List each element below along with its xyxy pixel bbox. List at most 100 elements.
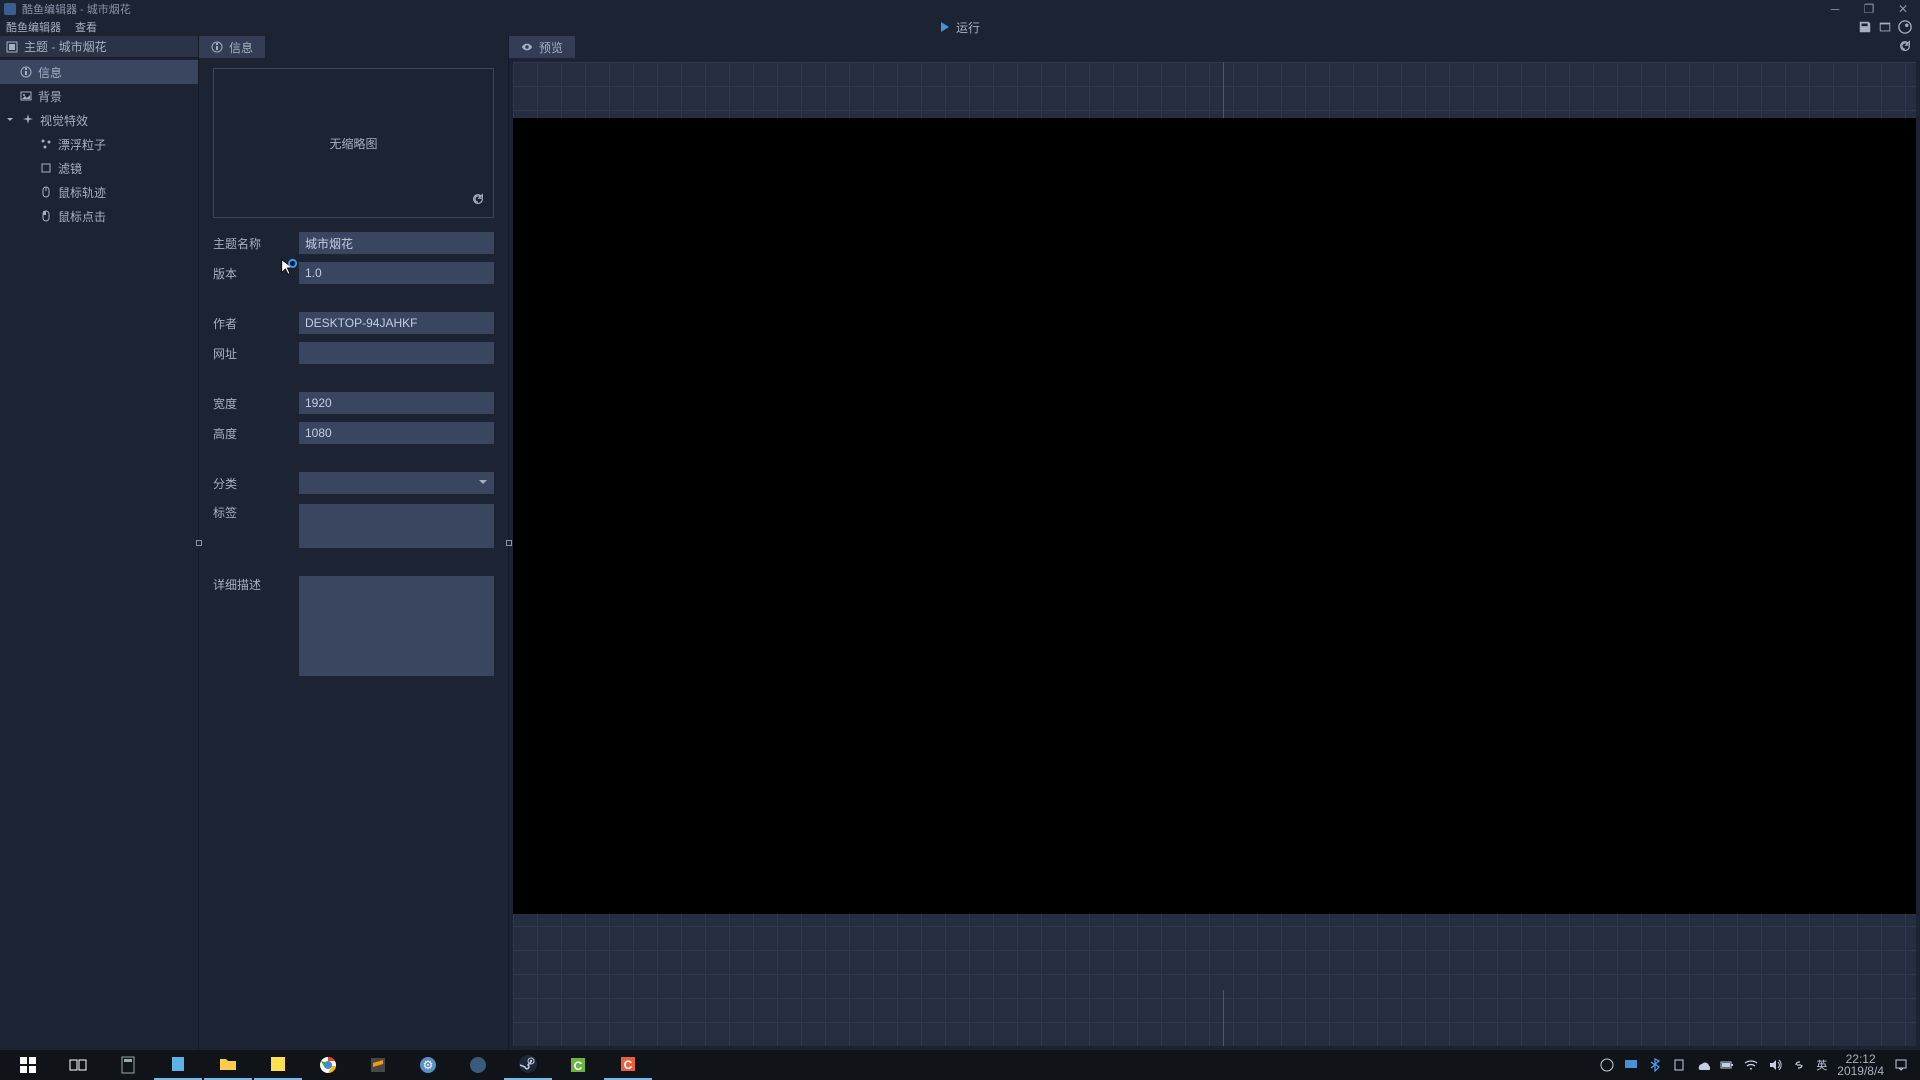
tree-label: 视觉特效 bbox=[40, 112, 88, 129]
tree-item-filter[interactable]: 滤镜 bbox=[0, 156, 198, 180]
row-tags: 标签 bbox=[213, 500, 494, 548]
recorder-button[interactable]: C bbox=[604, 1050, 652, 1080]
tree-label: 滤镜 bbox=[58, 160, 82, 177]
thumbnail-refresh-button[interactable] bbox=[471, 192, 485, 209]
sublime-button[interactable] bbox=[354, 1050, 402, 1080]
select-category[interactable] bbox=[299, 472, 494, 494]
battery-icon[interactable] bbox=[1720, 1058, 1734, 1072]
input-height[interactable] bbox=[299, 422, 494, 444]
splitter-handle-right[interactable] bbox=[506, 540, 512, 546]
tree: 信息 背景 视觉特效 漂浮粒子 滤镜 鼠标轨迹 bbox=[0, 58, 198, 228]
preview-refresh-button[interactable] bbox=[1898, 39, 1912, 56]
calculator-icon bbox=[118, 1055, 138, 1075]
preview-tabs: 预览 bbox=[509, 36, 1920, 58]
clock-date: 2019/8/4 bbox=[1837, 1065, 1884, 1077]
tree-item-particles[interactable]: 漂浮粒子 bbox=[0, 132, 198, 156]
theme-icon bbox=[6, 41, 18, 53]
sticky-button[interactable] bbox=[254, 1050, 302, 1080]
splitter-handle-left[interactable] bbox=[196, 540, 202, 546]
preview-viewport[interactable] bbox=[513, 62, 1916, 1046]
tab-info[interactable]: 信息 bbox=[199, 36, 265, 58]
label-url: 网址 bbox=[213, 345, 293, 362]
sidebar: 主题 - 城市烟花 信息 背景 视觉特效 漂浮粒子 滤镜 bbox=[0, 36, 198, 1050]
preview-panel: 预览 bbox=[508, 36, 1920, 1050]
tree-item-background[interactable]: 背景 bbox=[0, 84, 198, 108]
steam-tray-icon[interactable] bbox=[1600, 1058, 1614, 1072]
onedrive-icon[interactable] bbox=[1696, 1058, 1710, 1072]
sparkle-icon bbox=[22, 114, 34, 126]
folder-icon bbox=[218, 1054, 238, 1074]
app1-button[interactable]: ⚙ bbox=[404, 1050, 452, 1080]
menu-view[interactable]: 查看 bbox=[75, 19, 97, 35]
calculator-button[interactable] bbox=[104, 1050, 152, 1080]
tree-item-info[interactable]: 信息 bbox=[0, 60, 198, 84]
camtasia-button[interactable]: C bbox=[554, 1050, 602, 1080]
app-icon bbox=[4, 3, 16, 15]
input-version[interactable] bbox=[299, 262, 494, 284]
input-theme-name[interactable] bbox=[299, 232, 494, 254]
label-author: 作者 bbox=[213, 315, 293, 332]
ime-indicator[interactable]: 英 bbox=[1816, 1057, 1827, 1073]
toolbar-right bbox=[1858, 20, 1912, 34]
row-width: 宽度 bbox=[213, 390, 494, 416]
tree-item-mouse-click[interactable]: 鼠标点击 bbox=[0, 204, 198, 228]
notifications-icon[interactable] bbox=[1894, 1058, 1908, 1072]
minimize-button[interactable]: ─ bbox=[1818, 0, 1852, 18]
svg-text:C: C bbox=[574, 1059, 583, 1073]
steam-icon[interactable] bbox=[1898, 20, 1912, 34]
tab-preview-label: 预览 bbox=[539, 39, 563, 56]
steam-icon bbox=[518, 1054, 538, 1074]
maximize-button[interactable]: ❐ bbox=[1852, 0, 1886, 18]
ruler-bottom bbox=[1223, 990, 1224, 1046]
notepad-button[interactable] bbox=[154, 1050, 202, 1080]
info-icon bbox=[20, 66, 32, 78]
device-tray-icon[interactable] bbox=[1672, 1058, 1686, 1072]
gear-circle-icon: ⚙ bbox=[418, 1055, 438, 1075]
tree-label: 信息 bbox=[38, 64, 62, 81]
volume-icon[interactable] bbox=[1768, 1058, 1782, 1072]
input-author[interactable] bbox=[299, 312, 494, 334]
tree-item-mouse-trail[interactable]: 鼠标轨迹 bbox=[0, 180, 198, 204]
taskview-icon bbox=[68, 1055, 88, 1075]
monitor-tray-icon[interactable] bbox=[1624, 1058, 1638, 1072]
run-button[interactable]: 运行 bbox=[940, 19, 980, 36]
particles-icon bbox=[40, 138, 52, 150]
tree-item-effects[interactable]: 视觉特效 bbox=[0, 108, 198, 132]
app2-button[interactable] bbox=[454, 1050, 502, 1080]
input-url[interactable] bbox=[299, 342, 494, 364]
bluetooth-icon[interactable] bbox=[1648, 1058, 1662, 1072]
clock[interactable]: 22:12 2019/8/4 bbox=[1837, 1053, 1884, 1077]
tab-info-label: 信息 bbox=[229, 39, 253, 56]
sublime-icon bbox=[368, 1055, 388, 1075]
window-icon[interactable] bbox=[1878, 20, 1892, 34]
tree-label: 背景 bbox=[38, 88, 62, 105]
info-icon bbox=[211, 41, 223, 53]
wifi-icon[interactable] bbox=[1744, 1058, 1758, 1072]
input-tags[interactable] bbox=[299, 504, 494, 548]
link-tray-icon[interactable] bbox=[1792, 1058, 1806, 1072]
thumbnail-placeholder: 无缩略图 bbox=[329, 135, 377, 152]
tree-label: 鼠标点击 bbox=[58, 208, 106, 225]
chrome-button[interactable] bbox=[304, 1050, 352, 1080]
steam-button[interactable] bbox=[504, 1050, 552, 1080]
explorer-button[interactable] bbox=[204, 1050, 252, 1080]
taskbar-apps: ⚙ C C bbox=[4, 1050, 652, 1080]
label-height: 高度 bbox=[213, 425, 293, 442]
tab-preview[interactable]: 预览 bbox=[509, 36, 575, 58]
close-button[interactable]: ✕ bbox=[1886, 0, 1920, 18]
svg-text:⚙: ⚙ bbox=[423, 1058, 434, 1072]
info-tabs: 信息 bbox=[199, 36, 508, 58]
input-width[interactable] bbox=[299, 392, 494, 414]
start-button[interactable] bbox=[4, 1050, 52, 1080]
menubar: 酷鱼编辑器 查看 运行 bbox=[0, 18, 1920, 36]
system-tray: 英 22:12 2019/8/4 bbox=[1600, 1053, 1916, 1077]
eye-icon bbox=[521, 41, 533, 53]
input-description[interactable] bbox=[299, 576, 494, 676]
label-tags: 标签 bbox=[213, 504, 293, 521]
menu-editor[interactable]: 酷鱼编辑器 bbox=[6, 19, 61, 35]
taskview-button[interactable] bbox=[54, 1050, 102, 1080]
window-controls: ─ ❐ ✕ bbox=[1818, 0, 1920, 18]
mouse-click-icon bbox=[40, 210, 52, 222]
window-title: 酷鱼编辑器 - 城市烟花 bbox=[22, 1, 131, 17]
save-icon[interactable] bbox=[1858, 20, 1872, 34]
